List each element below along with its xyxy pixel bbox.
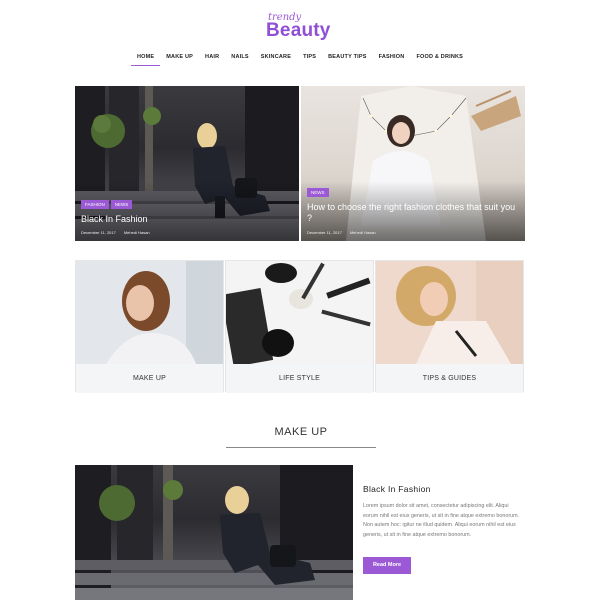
category-card-tips-guides[interactable]: TIPS & GUIDES — [375, 260, 524, 393]
hero-title[interactable]: Black In Fashion — [81, 214, 148, 225]
site-logo[interactable]: trendy Beauty — [0, 8, 600, 41]
category-image — [76, 261, 223, 364]
nav-food-drinks[interactable]: FOOD & DRINKS — [410, 52, 469, 66]
category-image — [226, 261, 373, 364]
nav-skincare[interactable]: SKINCARE — [255, 52, 297, 66]
category-label[interactable]: MAKE UP — [76, 364, 223, 393]
photo-bride-woman — [76, 261, 223, 364]
category-label[interactable]: LIFE STYLE — [226, 364, 373, 393]
nav-make-up[interactable]: MAKE UP — [160, 52, 199, 66]
category-label[interactable]: TIPS & GUIDES — [376, 364, 523, 393]
photo-blonde-woman — [376, 261, 523, 364]
hero-post-black-in-fashion[interactable]: FASHION NEWS Black In Fashion December 1… — [75, 86, 299, 241]
hero-badges: FASHION NEWS — [81, 200, 133, 209]
logo-title: Beauty — [266, 20, 331, 41]
section-title: MAKE UP — [274, 426, 328, 438]
read-more-button[interactable]: Read More — [363, 557, 411, 574]
nav-beauty-tips[interactable]: BEAUTY TIPS — [322, 52, 372, 66]
post-author[interactable]: Mehedi Hasan — [124, 230, 150, 235]
post-date: December 11, 2017 — [307, 230, 342, 235]
badge-news[interactable]: NEWS — [307, 188, 329, 197]
badge-news[interactable]: NEWS — [110, 200, 133, 209]
nav-fashion[interactable]: FASHION — [373, 52, 411, 66]
hero-badges: NEWS — [307, 188, 329, 197]
category-card-make-up[interactable]: MAKE UP — [75, 260, 224, 393]
article-photo-woman-on-steps — [75, 465, 353, 600]
main-nav: HOME MAKE UP HAIR NAILS SKINCARE TIPS BE… — [0, 52, 600, 66]
nav-hair[interactable]: HAIR — [199, 52, 225, 66]
nav-nails[interactable]: NAILS — [225, 52, 255, 66]
nav-home[interactable]: HOME — [130, 52, 161, 66]
nav-tips[interactable]: TIPS — [297, 52, 322, 66]
hero-post-fashion-clothes[interactable]: NEWS How to choose the right fashion clo… — [301, 86, 525, 241]
hero-title[interactable]: How to choose the right fashion clothes … — [307, 202, 519, 224]
hero-meta: December 11, 2017 Mehedi Hasan — [81, 230, 150, 235]
article-excerpt: Lorem ipsum dolor sit amet, consectetur … — [363, 503, 520, 538]
category-image — [376, 261, 523, 364]
hero-meta: December 11, 2017 Mehedi Hasan — [307, 230, 376, 235]
article-title[interactable]: Black In Fashion — [363, 484, 431, 494]
article-image[interactable] — [75, 465, 353, 600]
category-card-life-style[interactable]: LIFE STYLE — [225, 260, 374, 393]
post-author[interactable]: Mehedi Hasan — [350, 230, 376, 235]
badge-fashion[interactable]: FASHION — [81, 200, 109, 209]
photo-makeup-products — [226, 261, 373, 364]
post-date: December 11, 2017 — [81, 230, 116, 235]
section-divider — [226, 447, 376, 448]
